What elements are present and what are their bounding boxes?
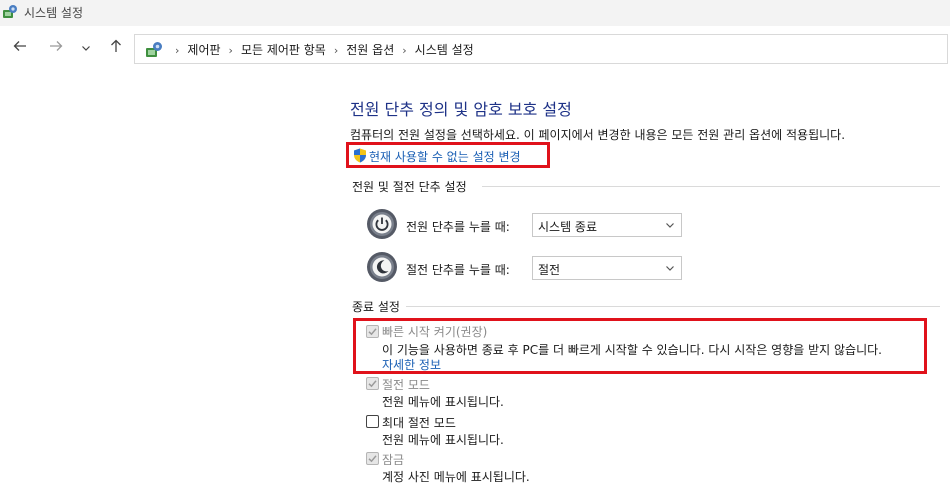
shutdown-section-heading: 종료 설정 (352, 300, 400, 314)
sleep-button-icon (367, 252, 397, 282)
arrow-up-icon (111, 39, 121, 52)
window-title: 시스템 설정 (24, 6, 84, 20)
control-panel-icon (146, 42, 162, 57)
section-divider (406, 306, 940, 307)
arrow-right-icon (50, 41, 63, 51)
breadcrumb-control-panel[interactable]: 제어판 (187, 43, 220, 57)
power-button-action-value: 시스템 종료 (538, 220, 598, 234)
control-panel-icon (3, 5, 17, 18)
forward-button[interactable] (46, 38, 66, 58)
page-title: 전원 단추 정의 및 암호 보호 설정 (350, 100, 572, 119)
sleep-label: 절전 모드 (382, 378, 430, 392)
power-button-action-select[interactable]: 시스템 종료 (532, 213, 682, 237)
navigation-bar: › 제어판 › 모든 제어판 항목 › 전원 옵션 › 시스템 설정 (0, 26, 950, 72)
breadcrumb-separator: › (175, 44, 180, 57)
breadcrumb-separator: › (228, 44, 233, 57)
power-section-heading: 전원 및 절전 단추 설정 (352, 180, 467, 194)
lock-label: 잠금 (382, 453, 405, 467)
checkmark-icon (368, 380, 377, 388)
title-bar: 시스템 설정 (0, 0, 950, 26)
checkmark-icon (368, 455, 377, 463)
hibernate-description: 전원 메뉴에 표시됩니다. (382, 433, 504, 447)
admin-link-highlight: 현재 사용할 수 없는 설정 변경 (346, 142, 550, 168)
hibernate-label: 최대 절전 모드 (382, 416, 456, 430)
lock-checkbox[interactable] (366, 452, 379, 465)
power-button-label: 전원 단추를 누를 때: (406, 220, 510, 234)
chevron-down-icon (666, 266, 674, 271)
sleep-checkbox[interactable] (366, 377, 379, 390)
change-unavailable-settings-link[interactable]: 현재 사용할 수 없는 설정 변경 (369, 148, 521, 165)
uac-shield-icon (354, 148, 366, 163)
address-bar[interactable]: › 제어판 › 모든 제어판 항목 › 전원 옵션 › 시스템 설정 (134, 34, 948, 64)
fast-startup-description: 이 기능을 사용하면 종료 후 PC를 더 빠르게 시작할 수 있습니다. 다시… (382, 343, 882, 357)
breadcrumb: › 제어판 › 모든 제어판 항목 › 전원 옵션 › 시스템 설정 (167, 41, 474, 58)
more-info-link[interactable]: 자세한 정보 (382, 356, 441, 373)
back-button[interactable] (10, 38, 30, 58)
recent-locations-button[interactable] (76, 38, 96, 58)
power-button-icon (367, 209, 397, 239)
sleep-button-action-select[interactable]: 절전 (532, 256, 682, 280)
breadcrumb-separator: › (402, 44, 407, 57)
breadcrumb-all-items[interactable]: 모든 제어판 항목 (241, 43, 326, 57)
checkmark-icon (368, 328, 377, 336)
section-divider (482, 186, 940, 187)
breadcrumb-separator: › (333, 44, 339, 57)
fast-startup-checkbox[interactable] (366, 325, 379, 338)
page-description: 컴퓨터의 전원 설정을 선택하세요. 이 페이지에서 변경한 내용은 모든 전원… (350, 128, 846, 142)
breadcrumb-power-options[interactable]: 전원 옵션 (346, 43, 394, 57)
arrow-left-icon (13, 41, 26, 51)
up-button[interactable] (106, 38, 126, 58)
hibernate-checkbox[interactable] (366, 415, 379, 428)
fast-startup-label: 빠른 시작 켜기(권장) (382, 325, 488, 339)
lock-description: 계정 사진 메뉴에 표시됩니다. (382, 470, 530, 484)
chevron-down-icon (666, 223, 674, 228)
sleep-button-action-value: 절전 (538, 263, 561, 277)
sleep-description: 전원 메뉴에 표시됩니다. (382, 395, 504, 409)
breadcrumb-system-settings[interactable]: 시스템 설정 (415, 43, 474, 57)
sleep-button-label: 절전 단추를 누를 때: (406, 263, 510, 277)
chevron-down-icon (82, 46, 90, 51)
